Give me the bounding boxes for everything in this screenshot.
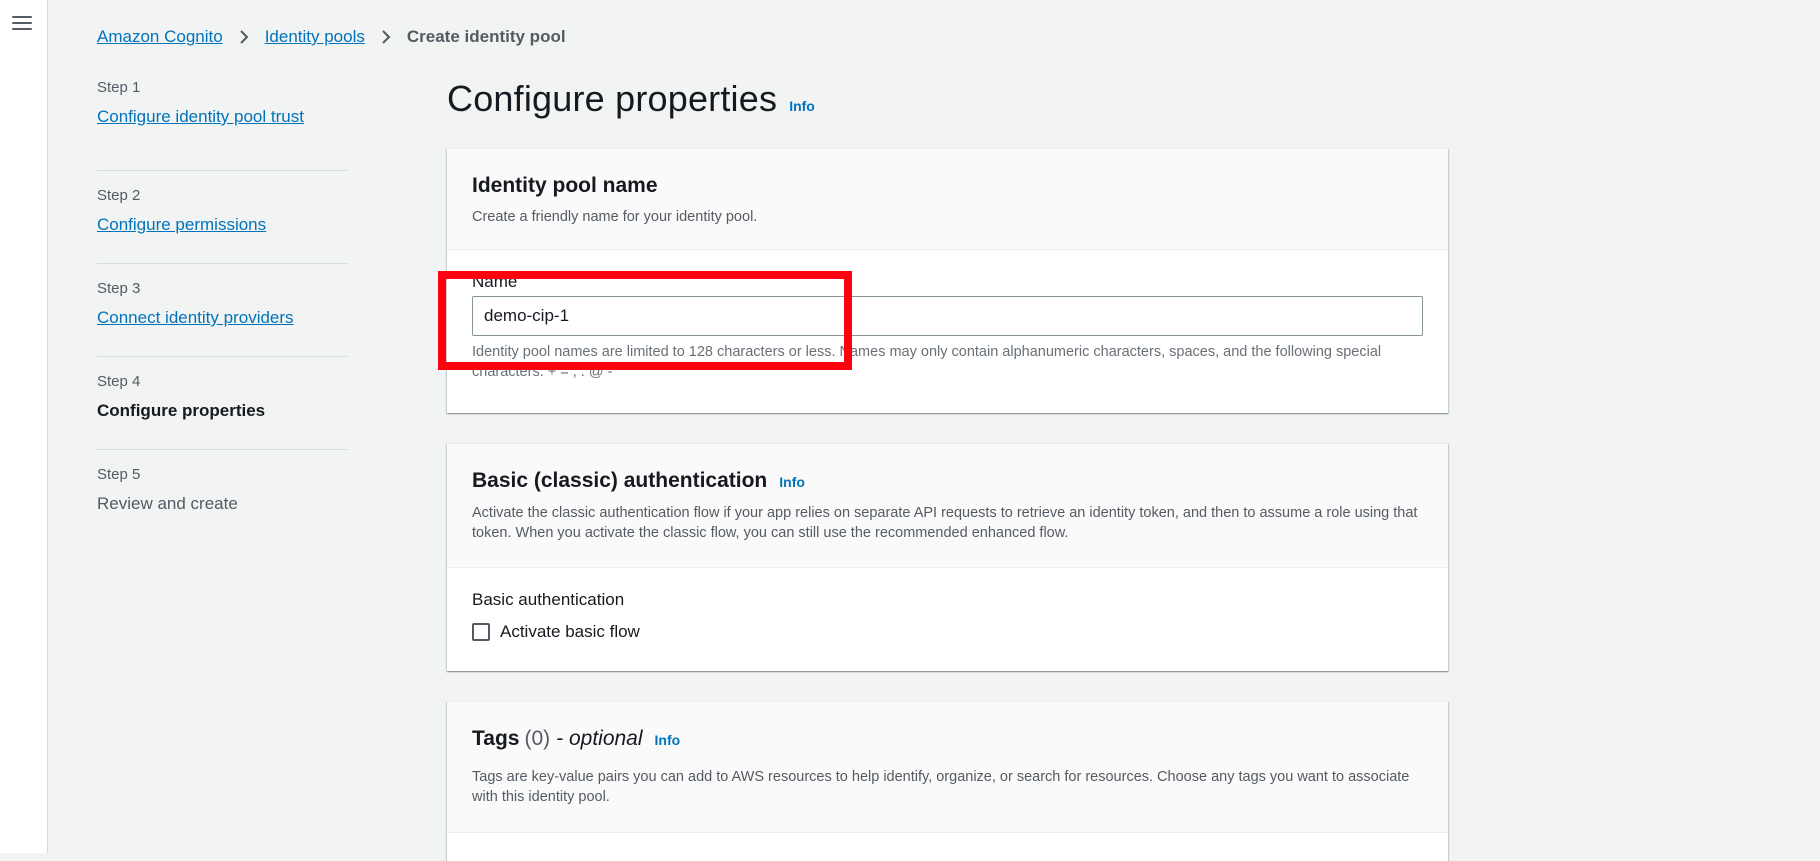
panel-header: Identity pool name Create a friendly nam…: [447, 149, 1448, 250]
panel-header: Tags (0) - optional Info Tags are key-va…: [447, 702, 1448, 833]
panel-heading: Basic (classic) authentication Info: [472, 468, 1423, 495]
tags-info-link[interactable]: Info: [655, 727, 681, 753]
panel-header: Basic (classic) authentication Info Acti…: [447, 444, 1448, 568]
step-number: Step 3: [97, 280, 141, 297]
panel-body: Basic authentication Activate basic flow: [447, 568, 1448, 642]
page-info-link[interactable]: Info: [789, 98, 815, 114]
page-title: Configure properties: [447, 78, 778, 119]
panel-body: Name Identity pool names are limited to …: [447, 250, 1448, 382]
panel-description: Create a friendly name for your identity…: [472, 209, 758, 225]
step-current-configure-properties: Configure properties: [97, 401, 266, 420]
page-header: Configure properties Info: [447, 78, 815, 120]
basic-auth-label: Basic authentication: [472, 590, 625, 609]
step-number: Step 2: [97, 187, 141, 204]
tags-count: (0): [524, 727, 551, 750]
basic-auth-info-link[interactable]: Info: [779, 469, 805, 495]
menu-icon-bar: [12, 28, 32, 30]
wizard-steps: Step 1 Configure identity pool trust Ste…: [97, 78, 347, 543]
identity-pool-name-panel: Identity pool name Create a friendly nam…: [447, 148, 1448, 413]
panel-heading-text: Basic (classic) authentication: [472, 469, 768, 492]
name-field-label: Name: [472, 272, 518, 291]
step-review-and-create: Review and create: [97, 494, 238, 513]
step-link-configure-trust[interactable]: Configure identity pool trust: [97, 106, 347, 128]
breadcrumb: Amazon Cognito Identity pools Create ide…: [97, 26, 566, 48]
wizard-step-2: Step 2 Configure permissions: [97, 171, 347, 264]
left-navigation-rail: [0, 0, 48, 853]
step-number: Step 5: [97, 466, 141, 483]
name-constraint-text: Identity pool names are limited to 128 c…: [472, 344, 1382, 380]
chevron-right-icon: [379, 26, 393, 48]
step-link-configure-permissions[interactable]: Configure permissions: [97, 214, 347, 236]
activate-basic-flow-checkbox[interactable]: [472, 623, 490, 641]
menu-icon-bar: [12, 22, 32, 24]
step-link-connect-providers[interactable]: Connect identity providers: [97, 307, 347, 329]
panel-heading-text: Tags: [472, 727, 520, 750]
identity-pool-name-input[interactable]: [472, 296, 1423, 336]
wizard-step-3: Step 3 Connect identity providers: [97, 264, 347, 357]
tags-optional-label: - optional: [556, 727, 643, 750]
tags-panel: Tags (0) - optional Info Tags are key-va…: [447, 701, 1448, 861]
step-number: Step 1: [97, 79, 141, 96]
activate-basic-flow-option[interactable]: Activate basic flow: [472, 622, 1423, 642]
panel-description: Tags are key-value pairs you can add to …: [472, 769, 1410, 805]
checkbox-label: Activate basic flow: [500, 622, 640, 641]
panel-heading: Tags (0) - optional Info: [472, 726, 1423, 753]
wizard-step-4: Step 4 Configure properties: [97, 357, 347, 450]
panel-heading: Identity pool name: [472, 174, 658, 197]
basic-authentication-panel: Basic (classic) authentication Info Acti…: [447, 443, 1448, 671]
step-number: Step 4: [97, 373, 141, 390]
breadcrumb-amazon-cognito[interactable]: Amazon Cognito: [97, 27, 223, 47]
panel-description: Activate the classic authentication flow…: [472, 505, 1418, 541]
menu-icon-bar: [12, 16, 32, 18]
wizard-step-5: Step 5 Review and create: [97, 450, 347, 543]
chevron-right-icon: [237, 26, 251, 48]
breadcrumb-identity-pools[interactable]: Identity pools: [265, 27, 365, 47]
wizard-step-1: Step 1 Configure identity pool trust: [97, 78, 347, 171]
breadcrumb-current: Create identity pool: [406, 27, 566, 46]
menu-icon[interactable]: [12, 14, 32, 32]
